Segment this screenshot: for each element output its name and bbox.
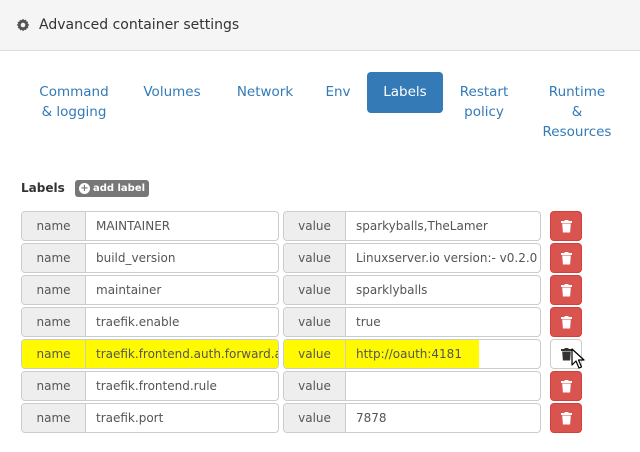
name-input-group: name traefik.enable (21, 307, 279, 337)
trash-icon (560, 347, 572, 360)
remove-label-button[interactable] (550, 371, 582, 401)
label-name-input[interactable]: MAINTAINER (86, 212, 278, 240)
label-row: name MAINTAINER value sparkyballs,TheLam… (21, 211, 583, 241)
panel-title: Advanced container settings (39, 17, 240, 33)
remove-label-button[interactable] (550, 275, 582, 305)
add-label-button[interactable]: + add label (75, 180, 149, 197)
label-row: name build_version value Linuxserver.io … (21, 243, 583, 273)
value-addon: value (284, 244, 346, 272)
name-input-group: name traefik.port (21, 403, 279, 433)
mouse-cursor-icon (571, 348, 585, 369)
labels-heading: Labels (21, 181, 65, 195)
gear-icon (16, 18, 30, 32)
label-row: name traefik.frontend.auth.forward.addre… (21, 339, 583, 369)
label-value-input[interactable]: sparkyballs,TheLamer (346, 212, 540, 240)
remove-label-button[interactable] (550, 243, 582, 273)
name-addon: name (22, 340, 86, 368)
name-addon: name (22, 244, 86, 272)
value-addon: value (284, 404, 346, 432)
label-value-input[interactable]: true (346, 308, 540, 336)
name-addon: name (22, 308, 86, 336)
trash-icon (560, 315, 572, 328)
tab-env[interactable]: Env (316, 72, 360, 102)
remove-label-button[interactable] (550, 307, 582, 337)
tab-label: Restart policy (459, 84, 509, 120)
name-addon: name (22, 212, 86, 240)
tab-restart-policy[interactable]: Restart policy (448, 72, 520, 122)
value-input-group: value http://oauth:4181 (283, 339, 541, 369)
label-row: name maintainer value sparklyballs (21, 275, 583, 305)
trash-icon (560, 219, 572, 232)
trash-icon (560, 379, 572, 392)
label-value-input[interactable]: Linuxserver.io version:- v0.2.0 (346, 244, 540, 272)
name-addon: name (22, 276, 86, 304)
tab-label: Network (236, 84, 294, 100)
label-value-input[interactable]: 7878 (346, 404, 540, 432)
settings-tabs: Command & logging Volumes Network Env La… (0, 72, 640, 152)
value-addon: value (284, 308, 346, 336)
label-name-input[interactable]: maintainer (86, 276, 278, 304)
tab-network[interactable]: Network (224, 72, 306, 102)
tab-command-logging[interactable]: Command & logging (28, 72, 120, 122)
value-addon: value (284, 276, 346, 304)
name-input-group: name build_version (21, 243, 279, 273)
trash-icon (560, 283, 572, 296)
label-name-input[interactable]: traefik.port (86, 404, 278, 432)
tab-label: Env (325, 84, 351, 100)
value-input-group: value 7878 (283, 403, 541, 433)
tab-label: Volumes (143, 84, 201, 100)
label-row: name traefik.port value 7878 (21, 403, 583, 433)
remove-label-button[interactable] (550, 211, 582, 241)
label-row: name traefik.enable value true (21, 307, 583, 337)
name-input-group: name MAINTAINER (21, 211, 279, 241)
name-input-group: name traefik.frontend.auth.forward.addre… (21, 339, 279, 369)
value-input-group: value sparklyballs (283, 275, 541, 305)
value-input-group: value Linuxserver.io version:- v0.2.0 (283, 243, 541, 273)
label-value-input[interactable]: http://oauth:4181 (346, 340, 479, 368)
label-name-input[interactable]: traefik.frontend.auth.forward.address (86, 340, 278, 368)
tab-label: Runtime & Resources (542, 84, 612, 140)
label-value-input[interactable]: sparklyballs (346, 276, 540, 304)
plus-circle-icon: + (78, 183, 90, 194)
value-input-group: value true (283, 307, 541, 337)
value-addon: value (284, 372, 346, 400)
trash-icon (560, 411, 572, 424)
trash-icon (560, 251, 572, 264)
label-value-input[interactable] (346, 372, 540, 400)
panel-header: Advanced container settings (0, 0, 640, 51)
value-input-group: value sparkyballs,TheLamer (283, 211, 541, 241)
tab-labels[interactable]: Labels (367, 72, 443, 113)
name-input-group: name maintainer (21, 275, 279, 305)
name-addon: name (22, 372, 86, 400)
name-input-group: name traefik.frontend.rule (21, 371, 279, 401)
value-addon: value (284, 340, 346, 368)
label-name-input[interactable]: traefik.frontend.rule (86, 372, 278, 400)
add-label-text: add label (92, 183, 146, 194)
tab-volumes[interactable]: Volumes (131, 72, 213, 102)
tab-runtime-resources[interactable]: Runtime & Resources (532, 72, 622, 142)
tab-label: Command & logging (39, 84, 109, 120)
label-name-input[interactable]: build_version (86, 244, 278, 272)
remove-label-button[interactable] (550, 403, 582, 433)
label-row: name traefik.frontend.rule value (21, 371, 583, 401)
tab-label: Labels (383, 84, 427, 100)
name-addon: name (22, 404, 86, 432)
value-input-group: value (283, 371, 541, 401)
value-addon: value (284, 212, 346, 240)
label-name-input[interactable]: traefik.enable (86, 308, 278, 336)
